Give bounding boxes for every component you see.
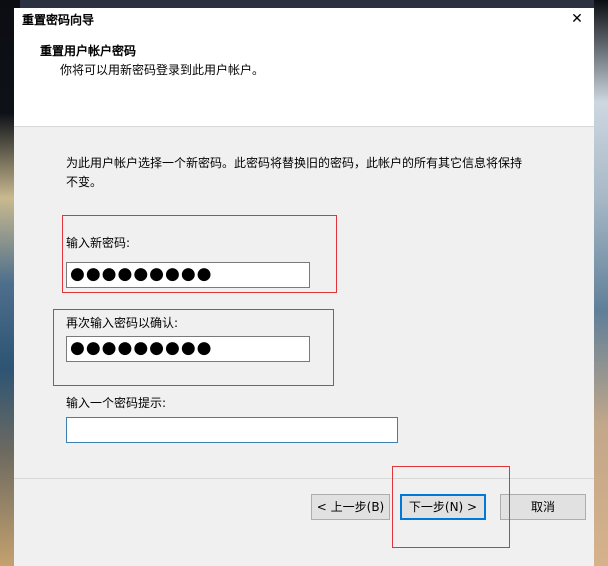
window-title: 重置密码向导 xyxy=(22,13,95,27)
wizard-header: 重置用户帐户密码 你将可以用新密码登录到此用户帐户。 xyxy=(14,30,594,127)
next-button[interactable]: 下一步(N) > xyxy=(400,494,486,520)
password-hint-label: 输入一个密码提示: xyxy=(66,396,167,410)
page-subtitle: 你将可以用新密码登录到此用户帐户。 xyxy=(60,63,265,77)
close-button[interactable]: ✕ xyxy=(568,10,586,28)
password-hint-field[interactable] xyxy=(66,417,398,443)
title-bar: 重置密码向导 ✕ xyxy=(14,8,594,30)
close-icon: ✕ xyxy=(571,11,583,27)
new-password-label: 输入新密码: xyxy=(66,236,131,250)
confirm-password-field[interactable]: ●●●●●●●●● xyxy=(66,336,310,362)
confirm-password-label: 再次输入密码以确认: xyxy=(66,316,179,330)
footer-divider xyxy=(14,478,594,479)
page-title: 重置用户帐户密码 xyxy=(40,44,137,58)
new-password-field[interactable]: ●●●●●●●●● xyxy=(66,262,310,288)
cancel-button[interactable]: 取消 xyxy=(500,494,586,520)
description-text: 为此用户帐户选择一个新密码。此密码将替换旧的密码，此帐户的所有其它信息将保持不变… xyxy=(66,156,523,189)
back-button[interactable]: < 上一步(B) xyxy=(311,494,390,520)
desktop-wallpaper-right xyxy=(594,0,608,566)
reset-password-wizard-window: 重置密码向导 ✕ 重置用户帐户密码 你将可以用新密码登录到此用户帐户。 为此用户… xyxy=(14,8,594,566)
